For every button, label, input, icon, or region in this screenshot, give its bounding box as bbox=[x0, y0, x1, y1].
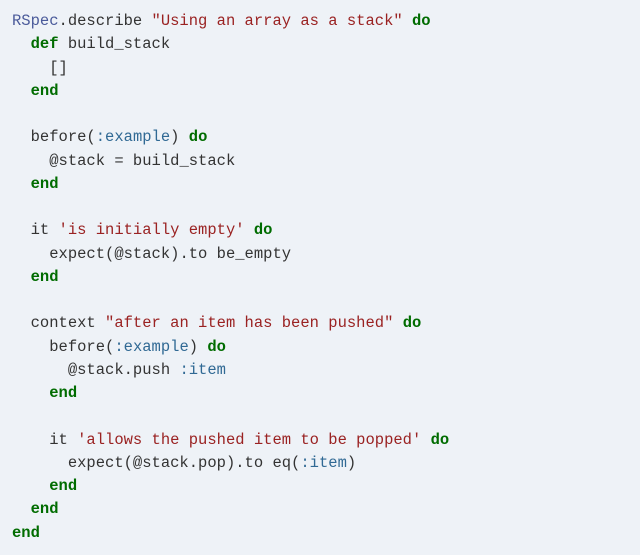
token-k: do bbox=[207, 338, 226, 356]
token-k: end bbox=[31, 175, 59, 193]
token-k: end bbox=[31, 268, 59, 286]
token-sym: :example bbox=[114, 338, 188, 356]
token-sym: :item bbox=[179, 361, 226, 379]
token-id: expect(@stack).to be_empty bbox=[49, 245, 291, 263]
code-line: end bbox=[12, 175, 59, 193]
code-line: context "after an item has been pushed" … bbox=[12, 314, 421, 332]
token-str: 'is initially empty' bbox=[59, 221, 245, 239]
token-cls: RSpec bbox=[12, 12, 59, 30]
code-line: it 'allows the pushed item to be popped'… bbox=[12, 431, 449, 449]
code-line: def build_stack bbox=[12, 35, 170, 53]
token-id: expect(@stack.pop).to eq( bbox=[68, 454, 301, 472]
code-line: expect(@stack.pop).to eq(:item) bbox=[12, 454, 356, 472]
code-block: RSpec.describe "Using an array as a stac… bbox=[12, 10, 628, 545]
token-str: 'allows the pushed item to be popped' bbox=[77, 431, 421, 449]
token-id: @stack = build_stack bbox=[49, 152, 235, 170]
token-id: before( bbox=[31, 128, 96, 146]
code-line: end bbox=[12, 268, 59, 286]
token-id bbox=[245, 221, 254, 239]
token-str: "after an item has been pushed" bbox=[105, 314, 393, 332]
token-id: ) bbox=[347, 454, 356, 472]
token-id bbox=[421, 431, 430, 449]
code-line: end bbox=[12, 477, 77, 495]
code-line: end bbox=[12, 82, 59, 100]
code-line: before(:example) do bbox=[12, 338, 226, 356]
token-id: before( bbox=[49, 338, 114, 356]
token-k: end bbox=[49, 384, 77, 402]
token-k: do bbox=[254, 221, 273, 239]
token-k: end bbox=[31, 500, 59, 518]
token-id bbox=[403, 12, 412, 30]
code-line: @stack = build_stack bbox=[12, 152, 235, 170]
token-k: end bbox=[49, 477, 77, 495]
token-id: .describe bbox=[59, 12, 152, 30]
token-k: do bbox=[189, 128, 208, 146]
token-k: end bbox=[12, 524, 40, 542]
token-id: [] bbox=[49, 59, 68, 77]
code-line: @stack.push :item bbox=[12, 361, 226, 379]
token-sym: :item bbox=[300, 454, 347, 472]
token-id: ) bbox=[189, 338, 208, 356]
code-line: end bbox=[12, 500, 59, 518]
token-id: ) bbox=[170, 128, 189, 146]
token-sym: :example bbox=[96, 128, 170, 146]
token-k: do bbox=[412, 12, 431, 30]
token-id: build_stack bbox=[59, 35, 171, 53]
token-id: it bbox=[49, 431, 77, 449]
token-id: context bbox=[31, 314, 105, 332]
code-line: [] bbox=[12, 59, 68, 77]
token-k: def bbox=[31, 35, 59, 53]
code-line: it 'is initially empty' do bbox=[12, 221, 272, 239]
token-k: end bbox=[31, 82, 59, 100]
code-line: before(:example) do bbox=[12, 128, 207, 146]
token-id: @stack.push bbox=[68, 361, 180, 379]
token-str: "Using an array as a stack" bbox=[152, 12, 403, 30]
token-id: it bbox=[31, 221, 59, 239]
token-id bbox=[393, 314, 402, 332]
token-k: do bbox=[431, 431, 450, 449]
code-line: end bbox=[12, 524, 40, 542]
code-line: expect(@stack).to be_empty bbox=[12, 245, 291, 263]
token-k: do bbox=[403, 314, 422, 332]
code-line: end bbox=[12, 384, 77, 402]
code-line: RSpec.describe "Using an array as a stac… bbox=[12, 12, 431, 30]
